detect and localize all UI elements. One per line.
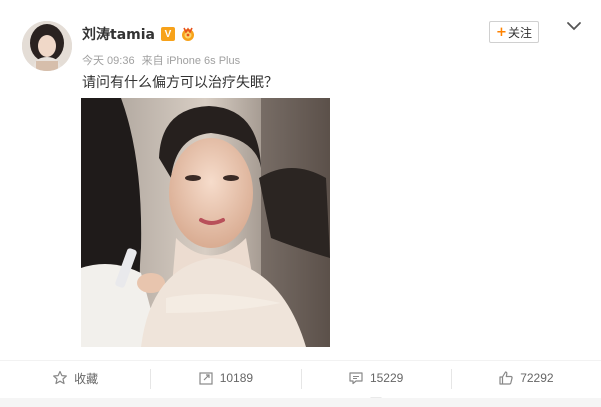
post-image[interactable] (81, 98, 330, 347)
avatar[interactable] (22, 21, 72, 71)
chevron-down-icon[interactable] (565, 19, 583, 33)
weibo-post-card: 刘涛tamia V 今天 09:36 来自 iPhone 6s Plus 请问有… (0, 0, 601, 407)
star-icon (53, 370, 68, 385)
verified-badge[interactable]: V (160, 27, 175, 41)
favorite-label: 收藏 (74, 371, 99, 386)
like-count: 72292 (520, 371, 554, 385)
username[interactable]: 刘涛tamia (82, 24, 155, 44)
repost-button[interactable]: 10189 (150, 361, 300, 395)
plus-icon: + (496, 24, 507, 40)
follow-label: 关注 (507, 25, 532, 40)
repost-icon (199, 372, 213, 385)
like-button[interactable]: 72292 (450, 361, 601, 395)
comment-button[interactable]: 15229 (300, 361, 451, 403)
favorite-button[interactable]: 收藏 (0, 361, 150, 395)
avatar-image (22, 21, 72, 71)
action-bar: 收藏 10189 15229 72292 (0, 360, 601, 403)
post-text: 请问有什么偏方可以治疗失眠？ (82, 75, 278, 91)
post-source: 来自 iPhone 6s Plus (141, 55, 241, 67)
post-header: 刘涛tamia V (82, 24, 196, 44)
repost-count: 10189 (219, 371, 254, 385)
thumbs-up-icon (499, 371, 513, 385)
comment-count: 15229 (369, 371, 404, 385)
comment-icon (349, 372, 363, 385)
post-timestamp[interactable]: 今天 09:36 (82, 55, 135, 67)
follow-button[interactable]: + 关注 (489, 21, 539, 43)
post-meta: 今天 09:36 来自 iPhone 6s Plus (82, 52, 240, 68)
post-photo (81, 98, 330, 347)
medal-icon[interactable] (180, 26, 196, 42)
card-bottom-divider (0, 398, 601, 407)
